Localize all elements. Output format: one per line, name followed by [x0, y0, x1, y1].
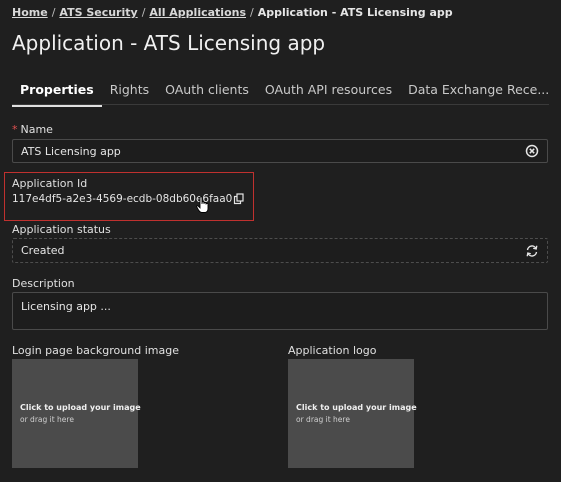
tab-rights[interactable]: Rights — [102, 80, 157, 105]
tab-data-exchange[interactable]: Data Exchange Rece... — [400, 80, 557, 105]
upload-prompt: Click to upload your image — [296, 403, 417, 412]
tab-oauth-api-resources[interactable]: OAuth API resources — [257, 80, 400, 105]
breadcrumb-ats-security[interactable]: ATS Security — [59, 6, 137, 19]
upload-hint: or drag it here — [20, 415, 74, 424]
app-id-row: 117e4df5-a2e3-4569-ecdb-08db60e6faa0 — [12, 193, 245, 205]
tabs-divider — [12, 104, 549, 105]
name-field[interactable]: ATS Licensing app — [12, 139, 548, 163]
name-label: * Name — [12, 123, 53, 136]
status-value: Created — [21, 244, 65, 257]
background-image-label: Login page background image — [12, 344, 179, 357]
refresh-icon[interactable] — [525, 244, 539, 258]
app-id-label: Application Id — [12, 177, 88, 190]
breadcrumb-separator: / — [141, 6, 146, 19]
required-marker: * — [12, 123, 18, 136]
status-field: Created — [12, 238, 548, 263]
tab-bar: Properties Rights OAuth clients OAuth API r… — [12, 79, 557, 107]
description-value: Licensing app ... — [21, 300, 111, 313]
clear-icon[interactable] — [525, 144, 539, 158]
breadcrumb-home[interactable]: Home — [12, 6, 48, 19]
name-value: ATS Licensing app — [21, 144, 121, 158]
tab-properties[interactable]: Properties — [12, 80, 102, 107]
logo-upload[interactable]: Click to upload your image or drag it he… — [288, 359, 417, 468]
page-title: Application - ATS Licensing app — [12, 31, 326, 55]
upload-hint: or drag it here — [296, 415, 350, 424]
hand-cursor-icon — [196, 196, 210, 218]
breadcrumb: Home / ATS Security / All Applications / Appli… — [12, 6, 453, 19]
tab-oauth-clients[interactable]: OAuth clients — [157, 80, 257, 105]
description-label: Description — [12, 277, 75, 290]
copy-icon[interactable] — [233, 193, 245, 205]
logo-label: Application logo — [288, 344, 377, 357]
upload-prompt: Click to upload your image — [20, 403, 141, 412]
background-image-upload[interactable]: Click to upload your image or drag it he… — [12, 359, 141, 468]
status-label: Application status — [12, 223, 111, 236]
breadcrumb-all-applications[interactable]: All Applications — [149, 6, 246, 19]
breadcrumb-current: Application - ATS Licensing app — [257, 6, 453, 19]
breadcrumb-separator: / — [250, 6, 254, 19]
breadcrumb-separator: / — [51, 6, 56, 19]
description-field[interactable]: Licensing app ... — [12, 292, 548, 330]
